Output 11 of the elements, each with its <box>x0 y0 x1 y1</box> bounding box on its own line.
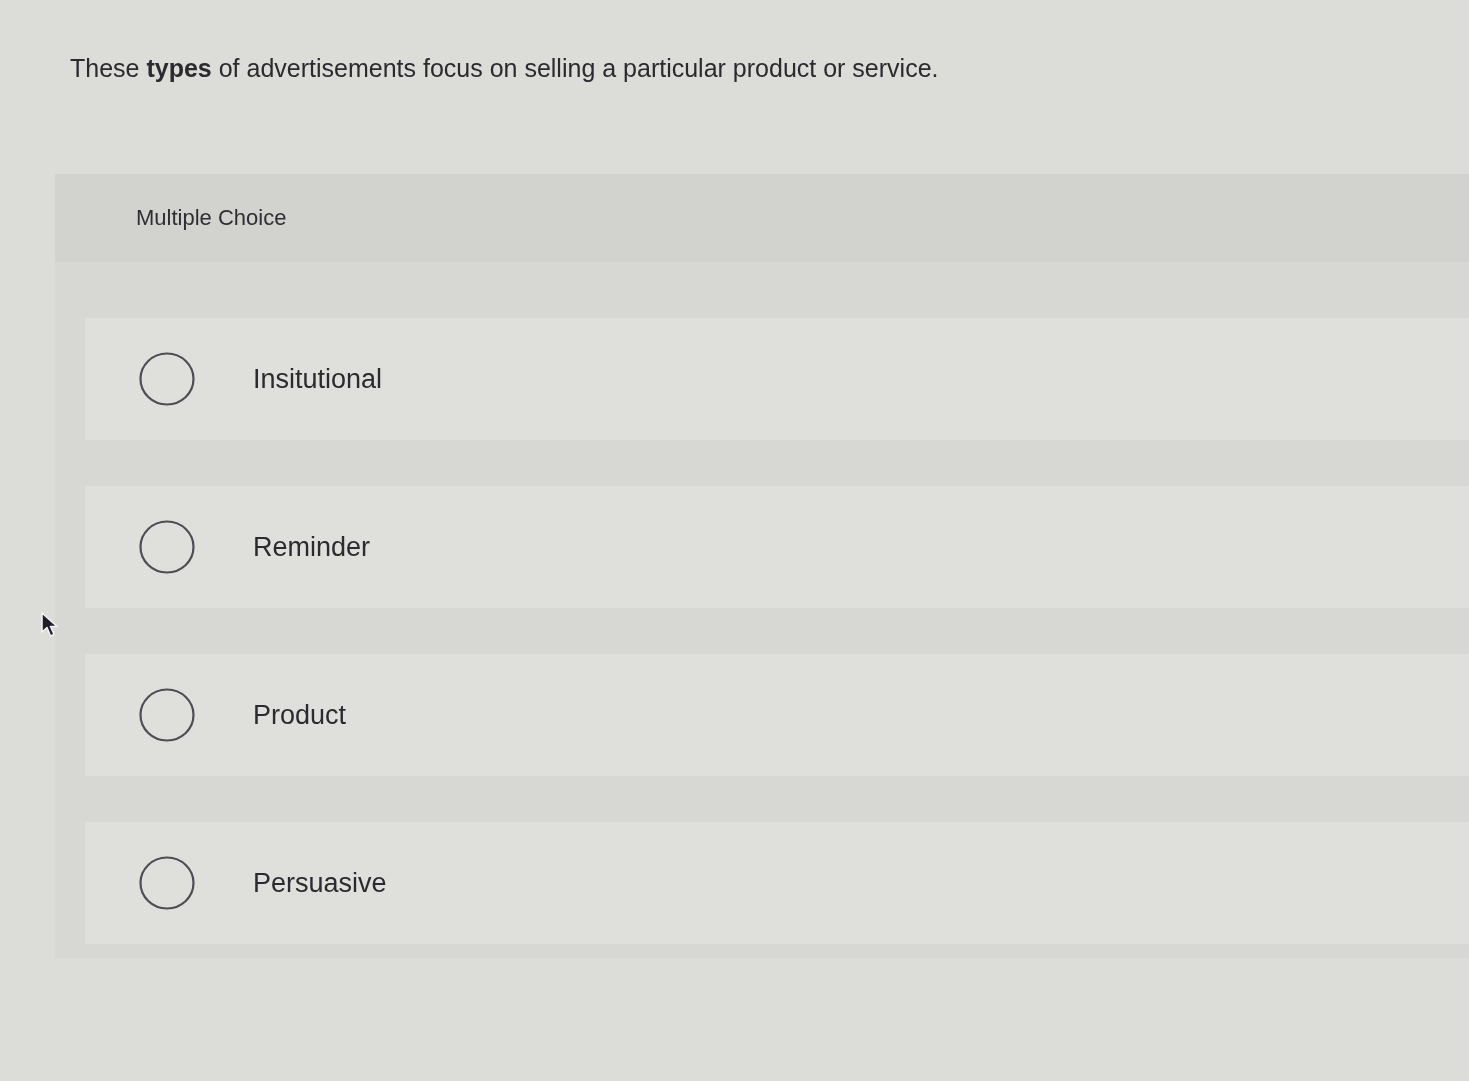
question-text: These types of advertisements focus on selling a particular product or service. <box>70 53 940 84</box>
option-label: Insitutional <box>253 363 383 395</box>
radio-button[interactable] <box>139 856 195 910</box>
mouse-pointer-icon <box>40 612 60 638</box>
radio-button[interactable] <box>139 688 195 742</box>
option-label: Reminder <box>253 531 371 563</box>
question-type-label: Multiple Choice <box>136 205 287 231</box>
option-label: Product <box>253 699 347 731</box>
radio-button[interactable] <box>139 520 195 574</box>
radio-button[interactable] <box>139 352 195 406</box>
option-label: Persuasive <box>253 867 387 899</box>
